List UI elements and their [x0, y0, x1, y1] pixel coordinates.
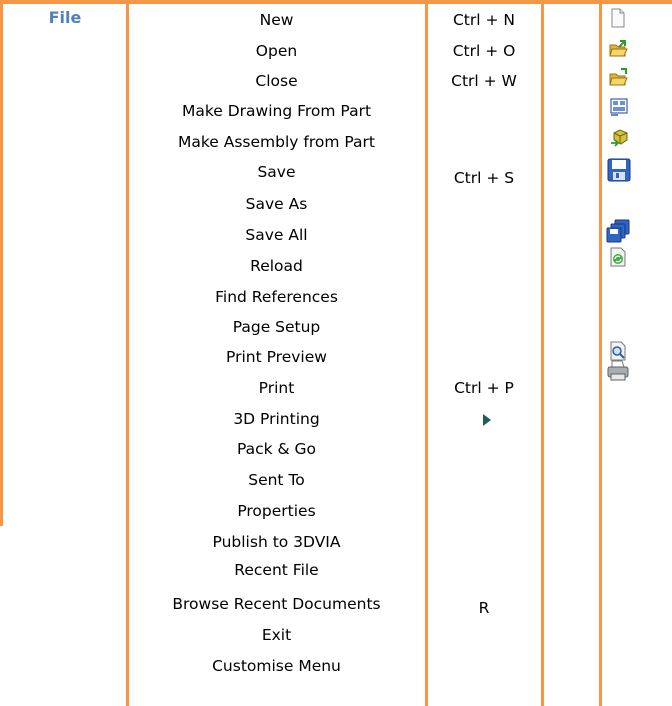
printer-icon — [607, 360, 629, 381]
menu-item-customise-menu[interactable]: Customise Menu — [135, 656, 418, 676]
new-document-icon — [611, 8, 625, 28]
menu-item-publish-3dvia[interactable]: Publish to 3DVIA — [135, 532, 418, 552]
menu-item-make-drawing[interactable]: Make Drawing From Part — [135, 101, 418, 121]
save-all-icon — [606, 219, 630, 243]
menu-item-exit[interactable]: Exit — [135, 625, 418, 645]
menu-item-reload[interactable]: Reload — [135, 256, 418, 276]
table-top-border — [0, 0, 672, 4]
make-drawing-icon — [610, 98, 628, 116]
column-divider — [541, 0, 544, 706]
menu-item-save-as[interactable]: Save As — [135, 194, 418, 214]
column-divider — [0, 0, 3, 526]
menu-item-print-preview[interactable]: Print Preview — [135, 347, 418, 367]
submenu-arrow-icon[interactable] — [481, 413, 493, 427]
shortcut-open: Ctrl + O — [452, 42, 516, 60]
menu-item-make-assembly[interactable]: Make Assembly from Part — [135, 132, 418, 152]
menu-item-print[interactable]: Print — [135, 378, 418, 398]
make-assembly-icon — [611, 129, 628, 147]
shortcut-browse-recent: R — [478, 599, 490, 617]
menu-item-sent-to[interactable]: Sent To — [135, 470, 418, 490]
menu-label-file[interactable]: File — [34, 8, 96, 27]
close-folder-icon — [609, 68, 628, 86]
column-divider — [126, 0, 129, 706]
menu-item-page-setup[interactable]: Page Setup — [135, 317, 418, 337]
menu-item-close[interactable]: Close — [135, 71, 418, 91]
shortcut-new: Ctrl + N — [452, 11, 515, 29]
open-folder-icon — [609, 40, 628, 57]
print-preview-icon — [610, 341, 626, 361]
reload-icon — [610, 247, 626, 267]
column-divider — [599, 0, 602, 706]
menu-item-pack-and-go[interactable]: Pack & Go — [135, 439, 418, 459]
menu-item-find-references[interactable]: Find References — [135, 287, 418, 307]
menu-item-3d-printing[interactable]: 3D Printing — [135, 409, 418, 429]
menu-item-new[interactable]: New — [135, 10, 418, 30]
menu-item-browse-recent[interactable]: Browse Recent Documents — [135, 594, 418, 614]
save-icon — [607, 158, 631, 182]
shortcut-close: Ctrl + W — [451, 72, 517, 90]
shortcut-save: Ctrl + S — [453, 169, 515, 187]
shortcut-print: Ctrl + P — [454, 379, 514, 397]
menu-item-properties[interactable]: Properties — [135, 501, 418, 521]
menu-item-save-all[interactable]: Save All — [135, 225, 418, 245]
menu-item-save[interactable]: Save — [135, 162, 418, 182]
menu-item-recent-file[interactable]: Recent File — [135, 560, 418, 580]
menu-item-open[interactable]: Open — [135, 41, 418, 61]
